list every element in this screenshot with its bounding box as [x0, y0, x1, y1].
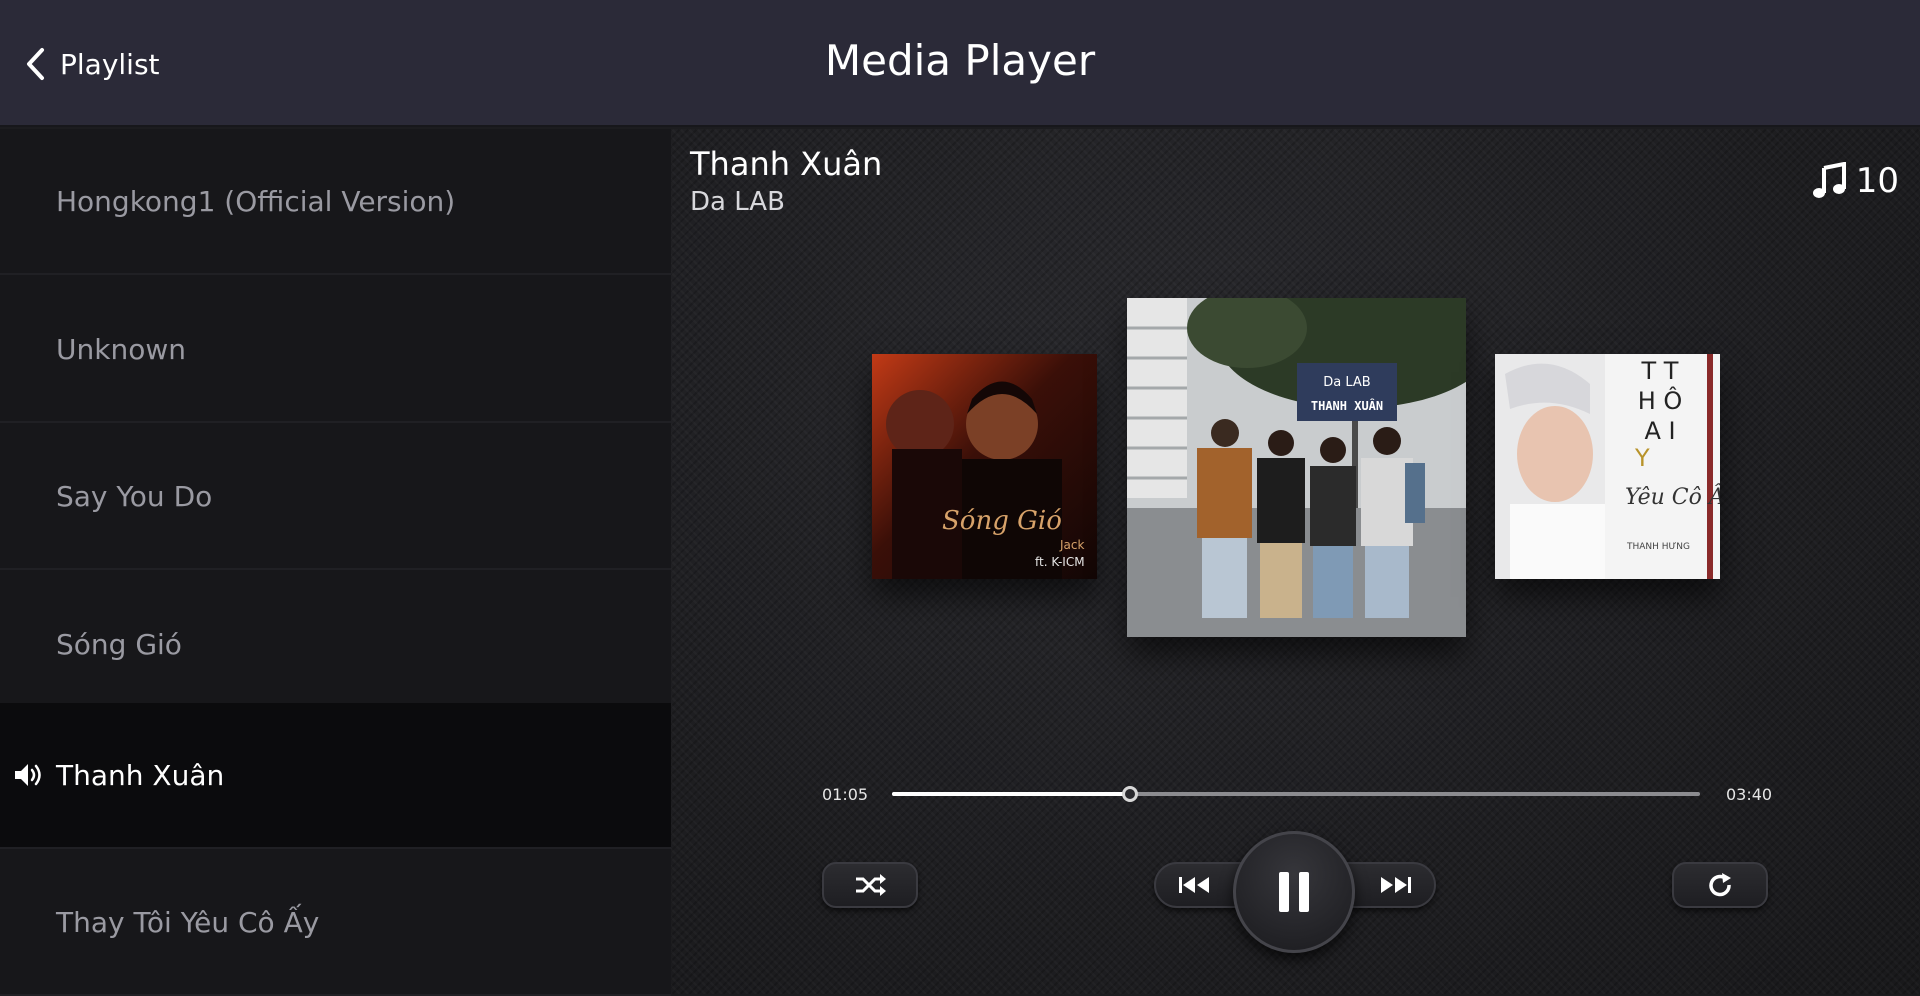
track-count-value: 10: [1855, 161, 1899, 201]
previous-button[interactable]: [1154, 862, 1244, 908]
playlist-item[interactable]: Sóng Gió: [0, 572, 671, 718]
album-cover-next[interactable]: T T H Ô A I Y Yêu Cô Ấy THANH HƯNG: [1495, 354, 1720, 579]
playlist-item[interactable]: Say You Do: [0, 424, 671, 570]
svg-text:A I: A I: [1644, 417, 1675, 445]
now-playing-panel: Thanh Xuân Da LAB 10 Sóng Gió Jack ft. K…: [671, 129, 1920, 995]
playlist-item-label: Thanh Xuân: [56, 758, 225, 792]
playlist-item-label: Unknown: [56, 332, 186, 366]
previous-icon: [1179, 877, 1209, 893]
play-pause-button[interactable]: [1233, 831, 1355, 953]
playlist-item[interactable]: Hongkong1 (Official Version): [0, 129, 671, 275]
transport-controls: [1154, 831, 1436, 953]
album-cover-previous[interactable]: Sóng Gió Jack ft. K-ICM: [872, 354, 1097, 579]
svg-text:Jack: Jack: [1059, 538, 1084, 552]
svg-text:Y: Y: [1634, 444, 1650, 472]
playlist-sidebar: Hongkong1 (Official Version) Unknown Say…: [0, 129, 671, 996]
album-art-thay-toi-yeu-co-ay: T T H Ô A I Y Yêu Cô Ấy THANH HƯNG: [1495, 354, 1720, 579]
repeat-icon: [1709, 873, 1731, 897]
playlist-item-label: Hongkong1 (Official Version): [56, 184, 456, 218]
playlist-item-label: Say You Do: [56, 479, 213, 513]
speaker-icon: [15, 764, 41, 786]
shuffle-button[interactable]: [822, 862, 918, 908]
svg-text:T T: T T: [1641, 357, 1679, 385]
album-art-song-gio: Sóng Gió Jack ft. K-ICM: [872, 354, 1097, 579]
progress-bar[interactable]: [892, 786, 1700, 802]
playlist-item-label: Thay Tôi Yêu Cô Ấy: [56, 905, 320, 939]
album-cover-current[interactable]: Da LAB THANH XUÂN: [1127, 298, 1466, 637]
progress-fill: [892, 792, 1131, 796]
next-button[interactable]: [1346, 862, 1436, 908]
svg-text:THANH HƯNG: THANH HƯNG: [1626, 542, 1690, 552]
music-note-icon: [1812, 162, 1846, 198]
playlist-item-label: Sóng Gió: [56, 627, 182, 661]
playlist-item-now-playing[interactable]: Thanh Xuân: [0, 703, 671, 849]
header-bar: Playlist Media Player: [0, 0, 1920, 127]
svg-text:Da LAB: Da LAB: [1323, 375, 1370, 390]
repeat-button[interactable]: [1672, 862, 1768, 908]
svg-text:Sóng Gió: Sóng Gió: [942, 506, 1062, 536]
progress-thumb[interactable]: [1122, 786, 1139, 802]
now-playing-title: Thanh Xuân: [690, 145, 883, 183]
track-count: 10: [1812, 159, 1899, 203]
current-time: 01:05: [822, 785, 869, 804]
now-playing-artist: Da LAB: [690, 187, 785, 217]
playlist-item[interactable]: Thay Tôi Yêu Cô Ấy: [0, 850, 671, 996]
pause-icon: [1279, 872, 1309, 912]
shuffle-icon: [856, 874, 886, 896]
playlist-item[interactable]: Unknown: [0, 277, 671, 423]
next-icon: [1381, 877, 1411, 893]
svg-text:Yêu Cô Ấy: Yêu Cô Ấy: [1625, 481, 1720, 510]
total-time: 03:40: [1726, 785, 1773, 804]
page-title: Media Player: [824, 36, 1096, 85]
svg-text:THANH XUÂN: THANH XUÂN: [1311, 398, 1383, 413]
svg-text:H Ô: H Ô: [1638, 385, 1683, 415]
album-art-thanh-xuan: Da LAB THANH XUÂN: [1127, 298, 1466, 637]
svg-text:ft. K-ICM: ft. K-ICM: [1035, 555, 1085, 569]
